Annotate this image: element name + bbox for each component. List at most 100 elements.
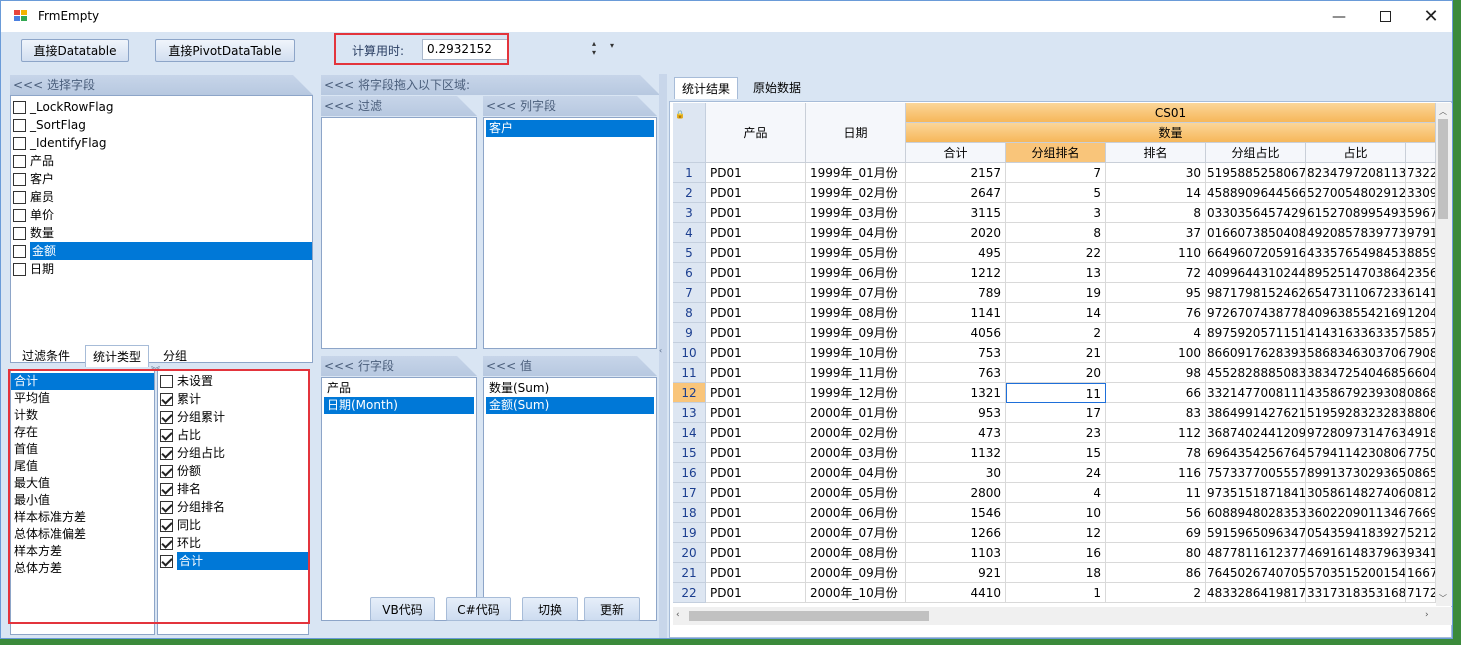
row-number[interactable]: 17 [673,483,706,503]
row-number[interactable]: 14 [673,423,706,443]
grid-cell[interactable]: 5794114230806 [1306,443,1406,463]
tab-stat-result[interactable]: 统计结果 [674,77,739,99]
grid-cell[interactable]: 6964354256764 [1206,443,1306,463]
grid-cell[interactable]: 3602209011346 [1306,503,1406,523]
grid-cell[interactable]: PD01 [706,523,806,543]
grid-cell[interactable]: 18 [1006,563,1106,583]
grid-cell[interactable]: 37 [1106,223,1206,243]
grid-cell[interactable]: 4335765498453 [1306,243,1406,263]
grid-cell[interactable]: 6152708995493 [1306,203,1406,223]
grid-cell[interactable]: 69 [1106,523,1206,543]
grid-cell[interactable]: 24 [1006,463,1106,483]
grid-cell[interactable]: 6604 [1406,363,1436,383]
grid-cell[interactable]: 4410 [906,583,1006,603]
grid-cell[interactable]: 5270054802912 [1306,183,1406,203]
grid-cell[interactable]: 473 [906,423,1006,443]
field-item[interactable]: _SortFlag [11,116,312,134]
grid-cell[interactable]: 4833286419817 [1206,583,1306,603]
scroll-thumb[interactable] [1438,119,1448,219]
grid-cell[interactable]: 11 [1106,483,1206,503]
row-area[interactable]: 产品 日期(Month) [321,377,477,621]
tab-stat-type[interactable]: 统计类型 [85,345,150,367]
grid-cell[interactable]: 2647 [906,183,1006,203]
filter-area[interactable] [321,117,477,349]
grid-cell[interactable]: 1999年_11月份 [806,363,906,383]
grid-cell[interactable]: 2000年_08月份 [806,543,906,563]
close-icon[interactable]: ✕ [1408,1,1454,32]
grid-cell[interactable]: 16 [1006,543,1106,563]
grid-cell[interactable]: 22 [1006,243,1106,263]
value-field-item[interactable]: 数量(Sum) [486,380,654,397]
dropdown-arrow-icon[interactable]: ▾ [610,41,614,50]
scroll-up-icon[interactable]: ︿ [1439,106,1447,117]
grid-cell[interactable]: 23 [1006,423,1106,443]
grid-cell[interactable]: 7322 [1406,163,1436,183]
grid-cell[interactable]: 6141 [1406,283,1436,303]
grid-cell[interactable]: 7669 [1406,503,1436,523]
grid-cell[interactable]: 753 [906,343,1006,363]
grid-cell[interactable]: 1103 [906,543,1006,563]
grid-cell[interactable]: 7908 [1406,343,1436,363]
horizontal-scrollbar[interactable]: ‹ › [673,607,1452,625]
grid-cell[interactable]: 5915965096347 [1206,523,1306,543]
header-product[interactable]: 产品 [706,103,806,163]
field-checkbox[interactable] [13,136,26,150]
grid-cell[interactable]: 2020 [906,223,1006,243]
column-area[interactable]: 客户 [483,117,657,349]
grid-cell[interactable]: 1999年_10月份 [806,343,906,363]
grid-cell[interactable]: 2000年_10月份 [806,583,906,603]
grid-cell[interactable]: 4588909644566 [1206,183,1306,203]
grid-cell[interactable]: 98 [1106,363,1206,383]
grid-cell[interactable]: 1999年_07月份 [806,283,906,303]
row-number[interactable]: 8 [673,303,706,323]
grid-cell[interactable]: 763 [906,363,1006,383]
header-group-rank[interactable]: 分组排名 [1006,143,1106,163]
grid-cell[interactable]: 2000年_09月份 [806,563,906,583]
vb-code-button[interactable]: VB代码 [370,597,435,621]
grid-cell[interactable]: 4920857839773 [1306,223,1406,243]
row-number[interactable]: 19 [673,523,706,543]
grid-cell[interactable]: PD01 [706,503,806,523]
row-number[interactable]: 9 [673,323,706,343]
grid-cell[interactable]: PD01 [706,283,806,303]
grid-cell[interactable]: 2000年_01月份 [806,403,906,423]
row-number[interactable]: 16 [673,463,706,483]
row-field-item[interactable]: 产品 [324,380,474,397]
grid-cell[interactable]: PD01 [706,383,806,403]
grid-cell[interactable]: 56 [1106,503,1206,523]
row-number[interactable]: 11 [673,363,706,383]
row-number[interactable]: 2 [673,183,706,203]
scroll-down-icon[interactable]: ﹀ [1439,593,1447,604]
grid-cell[interactable]: 1204 [1406,303,1436,323]
grid-cell[interactable]: 789 [906,283,1006,303]
grid-cell[interactable]: 3115 [906,203,1006,223]
grid-cell[interactable]: 2000年_06月份 [806,503,906,523]
grid-cell[interactable]: 5857 [1406,323,1436,343]
grid-cell[interactable]: PD01 [706,423,806,443]
grid-cell[interactable]: 1 [1006,583,1106,603]
grid-cell[interactable]: 0812 [1406,483,1436,503]
grid-cell[interactable]: 3321477008111 [1206,383,1306,403]
field-item[interactable]: 雇员 [11,188,312,206]
grid-cell[interactable]: 0543594183927 [1306,523,1406,543]
grid-cell[interactable]: 13 [1006,263,1106,283]
tab-raw-data[interactable]: 原始数据 [746,77,808,99]
header-group-cs01[interactable]: CS01 [906,103,1436,123]
field-item[interactable]: 金额 [11,242,312,260]
grid-cell[interactable]: 1321 [906,383,1006,403]
grid-cell[interactable]: 4877811612377 [1206,543,1306,563]
field-checkbox[interactable] [13,118,26,132]
header-date[interactable]: 日期 [806,103,906,163]
grid-cell[interactable]: 2 [1006,323,1106,343]
pivot-grid[interactable]: 🔒 产品 日期 CS01 数量 合计 分组排名 排名 分组占比 占比 1 PD01… [673,103,1436,606]
grid-cell[interactable]: 3 [1006,203,1106,223]
grid-cell[interactable]: 8859 [1406,243,1436,263]
grid-cell[interactable]: 2356 [1406,263,1436,283]
grid-cell[interactable]: 1999年_04月份 [806,223,906,243]
field-item[interactable]: _LockRowFlag [11,98,312,116]
grid-cell[interactable]: 66 [1106,383,1206,403]
grid-cell[interactable]: 19 [1006,283,1106,303]
minimize-icon[interactable]: — [1316,1,1362,32]
grid-cell[interactable]: 1999年_05月份 [806,243,906,263]
grid-cell[interactable]: 5703515200154 [1306,563,1406,583]
